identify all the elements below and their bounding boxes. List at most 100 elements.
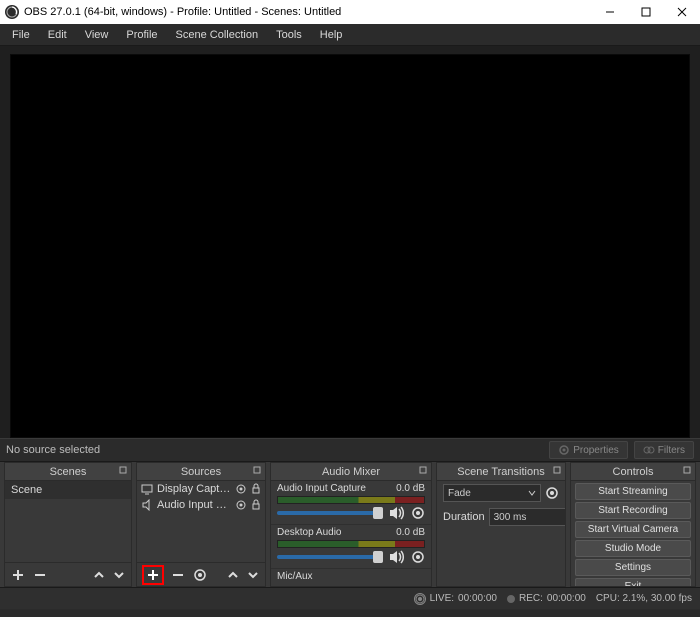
transitions-title: Scene Transitions (457, 466, 544, 478)
preview-area (0, 46, 700, 438)
visibility-icon[interactable] (235, 483, 247, 495)
scenes-panel: Scenes Scene (4, 462, 132, 587)
transition-select[interactable]: Fade (443, 484, 541, 502)
menu-edit[interactable]: Edit (40, 27, 75, 43)
mixer-channel: Mic/Aux (271, 569, 431, 586)
close-button[interactable] (664, 0, 700, 24)
mixer-header[interactable]: Audio Mixer (271, 463, 431, 481)
duration-label: Duration (443, 511, 485, 523)
mixer-channel: Desktop Audio0.0 dB (271, 525, 431, 569)
filters-icon (643, 444, 655, 456)
menu-help[interactable]: Help (312, 27, 351, 43)
visibility-icon[interactable] (235, 499, 247, 511)
obs-logo-icon (4, 4, 20, 20)
controls-header[interactable]: Controls (571, 463, 695, 481)
source-add-button[interactable] (143, 566, 163, 584)
channel-name: Mic/Aux (277, 571, 313, 582)
sources-popout-icon[interactable] (252, 465, 262, 475)
settings-button[interactable]: Settings (575, 559, 691, 576)
mute-button[interactable] (389, 506, 405, 520)
menu-bar: File Edit View Profile Scene Collection … (0, 24, 700, 46)
source-name: Display Capture (157, 483, 231, 495)
audio-meter (277, 540, 425, 548)
gear-icon (558, 444, 570, 456)
channel-settings-button[interactable] (411, 506, 425, 520)
lock-icon[interactable] (251, 483, 261, 495)
transitions-header[interactable]: Scene Transitions (437, 463, 565, 481)
source-toolbar: No source selected Properties Filters (0, 438, 700, 462)
speaker-icon (141, 499, 153, 511)
exit-button[interactable]: Exit (575, 578, 691, 586)
start-virtual-camera-button[interactable]: Start Virtual Camera (575, 521, 691, 538)
mixer-title: Audio Mixer (322, 466, 380, 478)
no-source-selected-label: No source selected (0, 444, 549, 456)
scene-move-down-button[interactable] (113, 569, 125, 581)
window-buttons (592, 0, 700, 24)
maximize-button[interactable] (628, 0, 664, 24)
volume-slider[interactable] (277, 555, 383, 559)
rec-time: 00:00:00 (547, 593, 586, 604)
start-recording-button[interactable]: Start Recording (575, 502, 691, 519)
controls-popout-icon[interactable] (682, 465, 692, 475)
transition-settings-button[interactable] (545, 486, 559, 500)
transitions-popout-icon[interactable] (552, 465, 562, 475)
channel-settings-button[interactable] (411, 550, 425, 564)
transitions-body: Fade Duration ▲▼ (437, 481, 565, 586)
broadcast-icon (414, 593, 426, 605)
scene-move-up-button[interactable] (93, 569, 105, 581)
rec-label: REC: (519, 593, 543, 604)
duration-input[interactable] (489, 508, 565, 526)
menu-view[interactable]: View (77, 27, 117, 43)
scene-add-button[interactable] (11, 568, 25, 582)
source-remove-button[interactable] (171, 568, 185, 582)
chevron-down-icon (528, 489, 536, 497)
menu-file[interactable]: File (4, 27, 38, 43)
menu-tools[interactable]: Tools (268, 27, 310, 43)
scenes-list[interactable]: Scene (5, 481, 131, 562)
monitor-icon (141, 483, 153, 495)
filters-label: Filters (658, 445, 685, 456)
minimize-button[interactable] (592, 0, 628, 24)
sources-panel: Sources Display Capture Audio Input Capt… (136, 462, 266, 587)
scenes-header[interactable]: Scenes (5, 463, 131, 481)
filters-button[interactable]: Filters (634, 441, 694, 459)
preview-canvas[interactable] (10, 54, 690, 438)
volume-slider[interactable] (277, 511, 383, 515)
sources-list[interactable]: Display Capture Audio Input Captu. (137, 481, 265, 562)
channel-level: 0.0 dB (396, 483, 425, 494)
start-streaming-button[interactable]: Start Streaming (575, 483, 691, 500)
source-move-down-button[interactable] (247, 569, 259, 581)
source-move-up-button[interactable] (227, 569, 239, 581)
source-name: Audio Input Captu. (157, 499, 231, 511)
audio-mixer-panel: Audio Mixer Audio Input Capture0.0 dB De… (270, 462, 432, 587)
studio-mode-button[interactable]: Studio Mode (575, 540, 691, 557)
scene-transitions-panel: Scene Transitions Fade Duration ▲▼ (436, 462, 566, 587)
sources-footer (137, 562, 265, 586)
menu-profile[interactable]: Profile (118, 27, 165, 43)
sources-header[interactable]: Sources (137, 463, 265, 481)
cpu-label: CPU: 2.1%, 30.00 fps (596, 593, 692, 604)
status-bar: LIVE: 00:00:00 REC: 00:00:00 CPU: 2.1%, … (0, 587, 700, 609)
lock-icon[interactable] (251, 499, 261, 511)
source-item[interactable]: Display Capture (137, 481, 265, 497)
mute-button[interactable] (389, 550, 405, 564)
controls-panel: Controls Start Streaming Start Recording… (570, 462, 696, 587)
scene-remove-button[interactable] (33, 568, 47, 582)
scene-item[interactable]: Scene (5, 481, 131, 499)
menu-scene-collection[interactable]: Scene Collection (168, 27, 267, 43)
properties-button[interactable]: Properties (549, 441, 628, 459)
live-label: LIVE: (430, 593, 454, 604)
status-rec: REC: 00:00:00 (507, 593, 586, 604)
properties-label: Properties (573, 445, 619, 456)
status-live: LIVE: 00:00:00 (414, 593, 497, 605)
source-item[interactable]: Audio Input Captu. (137, 497, 265, 513)
live-time: 00:00:00 (458, 593, 497, 604)
scenes-title: Scenes (50, 466, 87, 478)
scenes-popout-icon[interactable] (118, 465, 128, 475)
controls-body: Start Streaming Start Recording Start Vi… (571, 481, 695, 586)
source-properties-button[interactable] (193, 568, 207, 582)
mixer-popout-icon[interactable] (418, 465, 428, 475)
sources-title: Sources (181, 466, 221, 478)
transition-selected-label: Fade (448, 488, 471, 499)
record-dot-icon (507, 595, 515, 603)
